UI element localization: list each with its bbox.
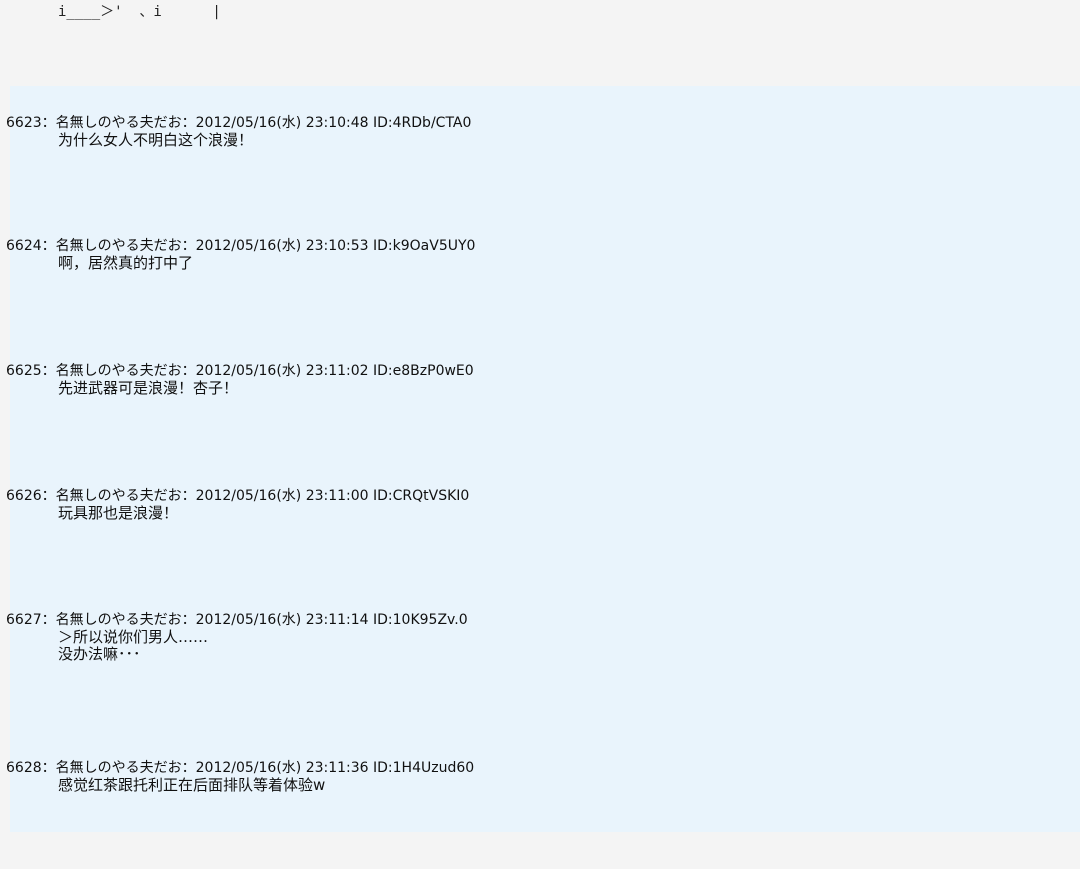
post-line: 先进武器可是浪漫！杏子！ [58,379,239,397]
post-body: ＞所以说你们男人…… 没办法嘛･･･ [58,629,208,663]
post-line: ＞所以说你们男人…… [58,628,209,646]
post-body: 啊，居然真的打中了 [58,255,193,272]
ascii-art-fragment: i____＞' 、i | [0,0,1080,86]
page-bottom-gap [0,832,1080,869]
post-header: 6625：名無しのやる夫だお：2012/05/16(水) 23:11:02 ID… [6,363,474,379]
post-body: 感觉红茶跟托利正在后面排队等着体验w [58,777,325,794]
post-line: 啊，居然真的打中了 [58,254,194,272]
post-line: 为什么女人不明白这个浪漫！ [58,131,254,149]
post-body: 为什么女人不明白这个浪漫！ [58,132,253,149]
post-header: 6623：名無しのやる夫だお：2012/05/16(水) 23:10:48 ID… [6,115,472,131]
post-line: 玩具那也是浪漫！ [58,504,179,522]
post-body: 先进武器可是浪漫！杏子！ [58,380,238,397]
post-line: 感觉红茶跟托利正在后面排队等着体验w [58,776,326,794]
ascii-art-line: i____＞' 、i | [58,4,221,20]
post-header: 6626：名無しのやる夫だお：2012/05/16(水) 23:11:00 ID… [6,488,470,504]
post-header: 6624：名無しのやる夫だお：2012/05/16(水) 23:10:53 ID… [6,238,476,254]
post-header: 6628：名無しのやる夫だお：2012/05/16(水) 23:11:36 ID… [6,760,475,776]
post-line: 没办法嘛･･･ [58,645,141,663]
thread-posts-panel: 6623：名無しのやる夫だお：2012/05/16(水) 23:10:48 ID… [6,86,1080,832]
post-body: 玩具那也是浪漫！ [58,505,178,522]
post-header: 6627：名無しのやる夫だお：2012/05/16(水) 23:11:14 ID… [6,612,468,628]
